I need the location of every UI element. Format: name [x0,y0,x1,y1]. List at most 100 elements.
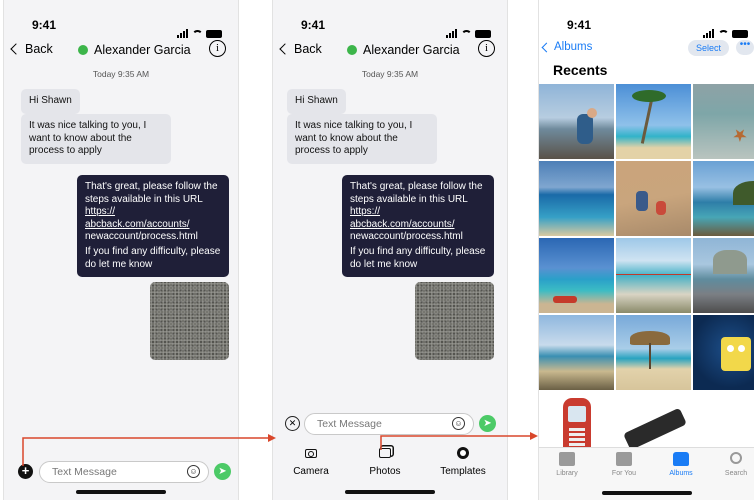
incoming-message: It was nice talking to you, I want to kn… [287,114,437,164]
message-input[interactable]: Text Message ☺ [304,413,474,435]
image-message[interactable] [415,282,494,360]
status-time: 9:41 [301,18,326,32]
back-button[interactable]: Back [279,42,322,56]
photos-option[interactable]: Photos [350,446,420,477]
select-button[interactable]: Select [688,40,730,56]
back-button[interactable]: Back [10,42,53,56]
tab-library[interactable]: Library [542,452,592,477]
signal-icon [177,20,189,38]
photo-thumbnail[interactable] [693,238,754,313]
photo-thumbnail[interactable] [539,238,614,313]
library-icon [559,452,575,466]
photo-thumbnail[interactable] [539,315,614,390]
tab-search[interactable]: Search [711,452,754,477]
back-label: Back [294,42,322,56]
incoming-message: Hi Shawn [287,89,346,114]
tab-albums[interactable]: Albums [656,452,706,477]
arrow-head-icon [530,432,538,440]
incoming-message: Hi Shawn [21,89,80,114]
input-placeholder: Text Message [52,466,117,478]
chevron-left-icon [541,42,552,52]
battery-icon [475,30,491,38]
message-link[interactable]: https:// abcback.com/accounts/ newaccoun… [85,206,198,242]
back-label: Back [25,42,53,56]
photo-thumbnail[interactable] [693,315,754,390]
wifi-icon [192,30,203,38]
wifi-icon [461,30,472,38]
photos-icon [379,448,391,458]
message-timestamp: Today 9:35 AM [92,69,150,79]
signal-icon [703,20,715,38]
whatsapp-icon [78,45,88,55]
info-icon[interactable]: i [478,40,495,57]
home-indicator [76,490,166,494]
outgoing-message: If you find any difficulty, please do le… [77,240,229,277]
status-icons [177,20,222,38]
chat-screen-1: 9:41 Back Alexander Garcia i Today 9:35 … [3,0,239,500]
templates-label: Templates [440,466,486,477]
tab-label: For You [611,470,637,477]
incoming-message: It was nice talking to you, I want to kn… [21,114,171,164]
albums-back-button[interactable]: Albums [541,41,593,53]
outgoing-message: That's great, please follow the steps av… [77,175,229,250]
photo-thumbnail[interactable] [616,238,691,313]
templates-option[interactable]: Templates [428,446,498,477]
outgoing-message: If you find any difficulty, please do le… [342,240,494,277]
status-icons [703,20,748,38]
photo-thumbnail[interactable] [539,161,614,236]
info-icon[interactable]: i [209,40,226,57]
message-text: That's great, please follow the steps av… [85,181,218,205]
send-button[interactable]: ➤ [214,463,231,480]
input-placeholder: Text Message [317,418,382,430]
emoji-icon[interactable]: ☺ [452,417,465,430]
camera-label: Camera [293,466,329,477]
battery-icon [206,30,222,38]
message-text: That's great, please follow the steps av… [350,181,483,205]
emoji-icon[interactable]: ☺ [187,465,200,478]
for-you-icon [616,452,632,466]
photo-grid [539,84,754,467]
photos-label: Photos [369,466,401,477]
whatsapp-icon [347,45,357,55]
albums-back-label: Albums [554,41,593,53]
chat-screen-2: 9:41 Back Alexander Garcia i Today 9:35 … [272,0,508,500]
contact-header[interactable]: Alexander Garcia [78,43,191,57]
search-icon [730,452,742,464]
photo-thumbnail[interactable] [539,84,614,159]
photo-thumbnail[interactable] [693,161,754,236]
contact-header[interactable]: Alexander Garcia [347,43,460,57]
message-input[interactable]: Text Message ☺ [39,461,209,483]
message-timestamp: Today 9:35 AM [361,69,419,79]
home-indicator [345,490,435,494]
photo-thumbnail[interactable] [616,161,691,236]
templates-icon [457,447,469,459]
contact-name: Alexander Garcia [363,43,460,57]
message-link[interactable]: https:// abcback.com/accounts/ newaccoun… [350,206,463,242]
camera-option[interactable]: Camera [276,446,346,477]
tab-label: Library [556,470,578,477]
signal-icon [446,20,458,38]
tab-label: Albums [669,470,693,477]
more-icon[interactable]: ••• [736,40,754,55]
close-icon[interactable]: ✕ [285,416,300,431]
wifi-icon [718,30,729,38]
chevron-left-icon [279,43,291,55]
image-message[interactable] [150,282,229,360]
chat-header: Back Alexander Garcia i [273,38,507,64]
tab-for-you[interactable]: For You [599,452,649,477]
photo-thumbnail[interactable] [616,84,691,159]
chat-header: Back Alexander Garcia i [4,38,238,64]
photo-thumbnail[interactable] [693,84,754,159]
attach-plus-button[interactable]: + [18,464,33,479]
photo-thumbnail[interactable] [616,315,691,390]
home-indicator [602,491,692,495]
chevron-left-icon [10,43,22,55]
status-time: 9:41 [32,18,57,32]
albums-icon [673,452,689,466]
contact-name: Alexander Garcia [94,43,191,57]
status-time: 9:41 [567,18,592,32]
tab-label: Search [724,470,748,477]
send-button[interactable]: ➤ [479,415,496,432]
page-title: Recents [553,62,608,78]
photos-screen: 9:41 Albums Select ••• Recents Library F… [538,0,754,500]
